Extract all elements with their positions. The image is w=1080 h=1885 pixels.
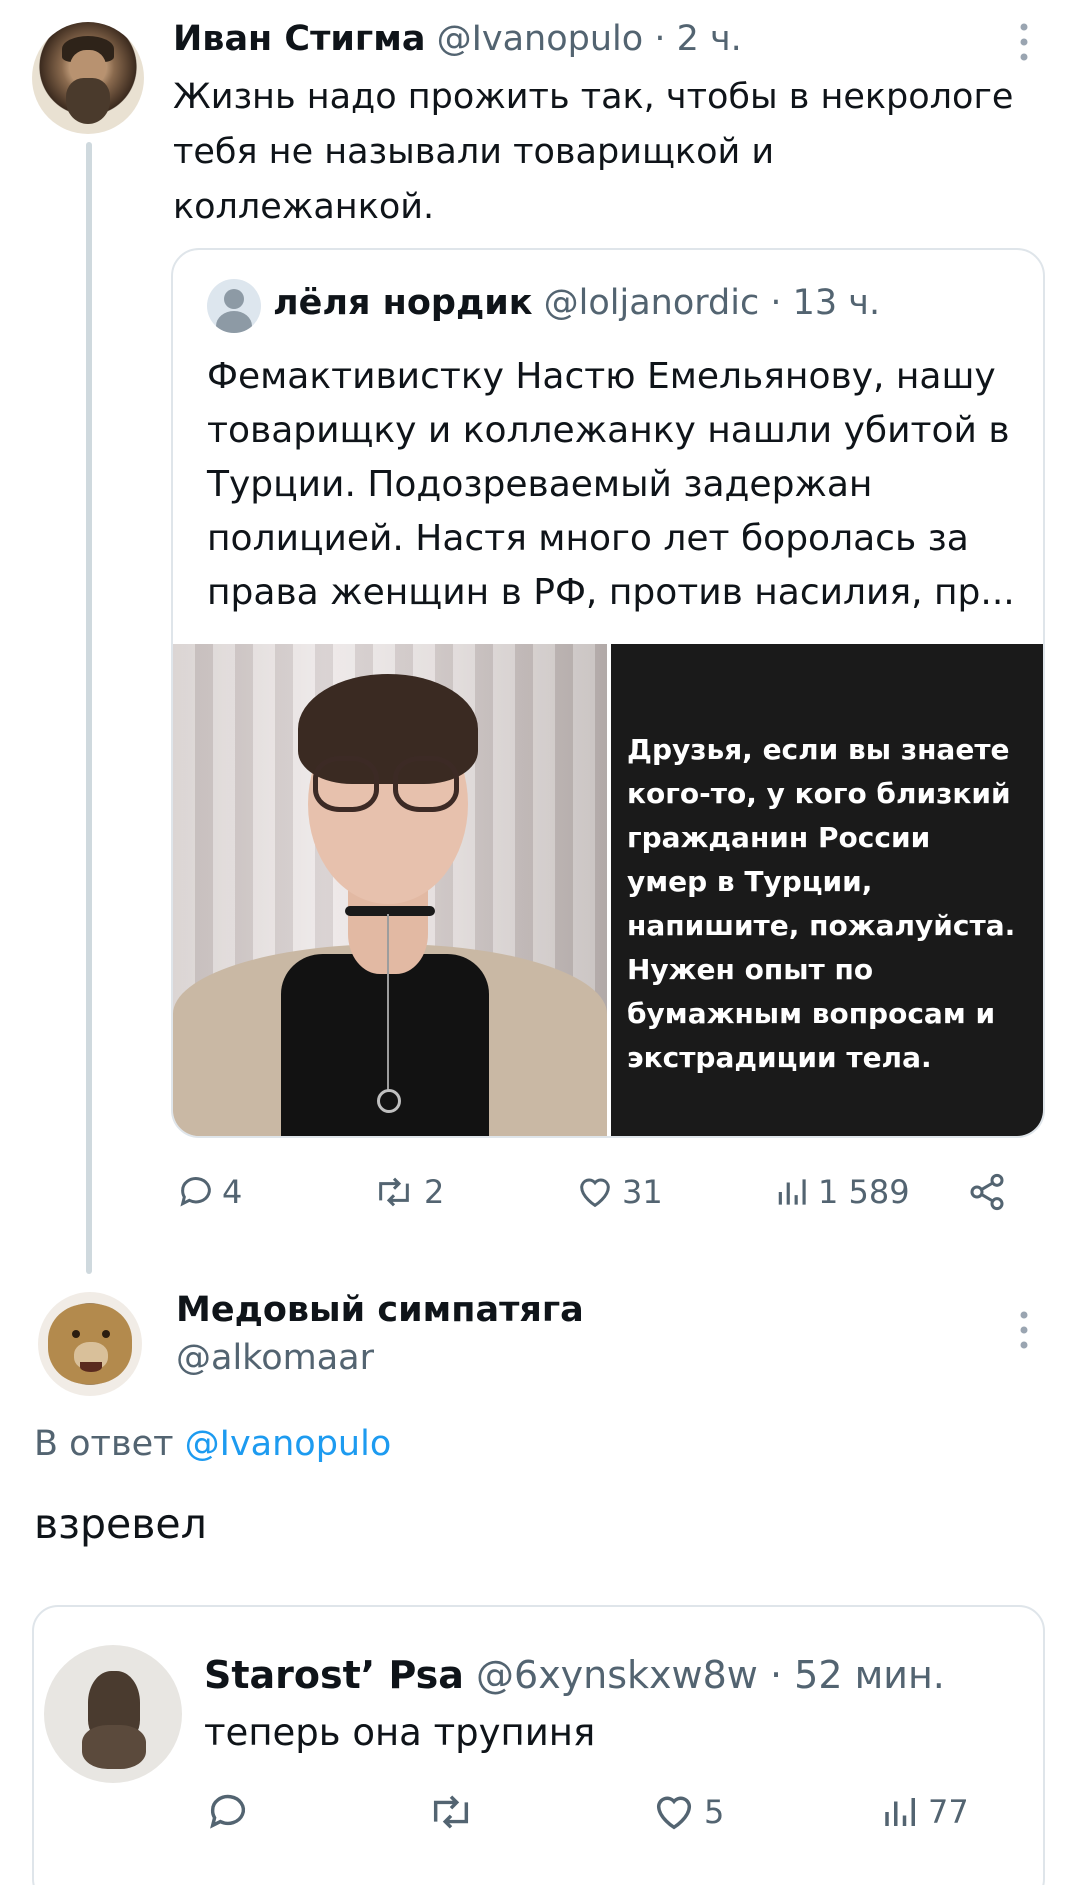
tweet-text: Жизнь надо прожить так, чтобы в некролог… [173,77,1014,227]
avatar-default [207,279,261,333]
tweet1-header: Иван Стигма @Ivanopulo · 2 ч. [173,18,742,60]
heart-icon [656,1796,692,1830]
like-button[interactable]: 31 [574,1172,663,1212]
reply-icon [180,1177,211,1207]
image-caption-text: Друзья, если вы знаете кого-то, у кого б… [627,733,1016,1074]
author-name[interactable]: Starost’ Psa [204,1653,464,1697]
reply-mention-link[interactable]: @Ivanopulo [185,1424,392,1464]
more-options-icon[interactable] [1018,1310,1030,1350]
author-handle[interactable]: @Ivanopulo [437,19,644,59]
views-button[interactable]: 77 [880,1789,969,1835]
reply-prefix: В ответ [34,1424,174,1464]
view-count: 77 [928,1793,969,1831]
tweet-text: теперь она трупиня [204,1711,596,1754]
text-image-card[interactable]: Друзья, если вы знаете кого-то, у кого б… [611,644,1043,1136]
thread-line [86,142,92,1274]
reply-button[interactable] [204,1789,258,1835]
avatar-lion[interactable] [38,1292,142,1396]
reply-tweet-card[interactable]: Starost’ Psa @6xynskxw8w · 52 мин. тепер… [32,1605,1045,1885]
author-name[interactable]: Иван Стигма [173,19,425,59]
like-count: 31 [622,1173,663,1211]
reply-icon [210,1794,246,1829]
heart-icon [580,1178,610,1208]
author-handle[interactable]: @alkomaar [176,1338,374,1378]
author-name[interactable]: Медовый симпатяга [176,1290,584,1330]
quoted-tweet-card[interactable]: лёля нордик @loljanordic · 13 ч. Фемакти… [171,248,1045,1138]
avatar-ivan[interactable] [32,22,144,134]
repost-button[interactable] [424,1789,484,1835]
author-handle[interactable]: @6xynskxw8w [476,1653,758,1697]
reply-context: В ответ @Ivanopulo [34,1424,391,1464]
tweet-text: взревел [34,1500,207,1548]
timestamp[interactable]: · 2 ч. [654,19,741,59]
quote-author-name: лёля нордик [273,283,533,323]
photo-woman-portrait[interactable] [173,644,607,1136]
share-button[interactable] [966,1172,1014,1212]
timestamp[interactable]: · 52 мин. [770,1653,945,1697]
avatar-dog[interactable] [44,1645,182,1783]
quote-text: Фемактивистку Настю Емельянову, нашу тов… [207,356,1015,613]
like-button[interactable]: 5 [650,1789,724,1835]
repost-icon [433,1795,469,1829]
quote-header: лёля нордик @loljanordic · 13 ч. [273,282,880,324]
reply-button[interactable]: 4 [176,1172,242,1212]
share-icon [970,1173,1004,1211]
view-count: 1 589 [818,1173,910,1211]
views-chart-icon [885,1798,915,1826]
tweet3-header: Starost’ Psa @6xynskxw8w · 52 мин. [204,1653,945,1697]
views-button[interactable]: 1 589 [774,1172,910,1212]
repost-button[interactable]: 2 [370,1172,444,1212]
repost-count: 2 [424,1173,445,1211]
quote-author-handle: @loljanordic [543,283,760,323]
like-count: 5 [704,1793,725,1831]
repost-icon [379,1177,409,1207]
views-chart-icon [778,1179,806,1205]
reply-count: 4 [222,1173,243,1211]
more-options-icon[interactable] [1018,22,1030,62]
quote-timestamp: · 13 ч. [770,283,881,323]
